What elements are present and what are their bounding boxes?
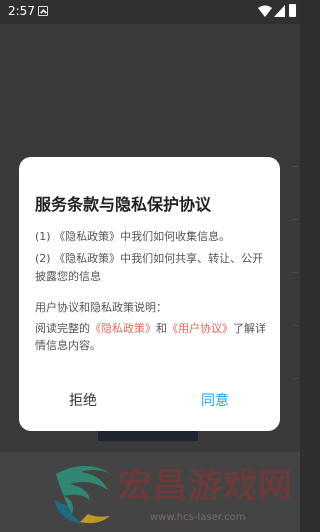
brand-url: www.hcs-laser.com <box>150 512 246 523</box>
battery-icon <box>289 4 296 17</box>
reject-button[interactable]: 拒绝 <box>69 390 97 410</box>
dialog-item-2: (2) 《隐私政策》中我们如何共享、转让、公开披露您的信息 <box>35 252 264 283</box>
description-and: 和 <box>156 322 167 335</box>
status-time: 2:57 <box>8 4 35 18</box>
brand-name: 宏昌游戏网 <box>118 466 293 506</box>
background-dividers <box>292 114 298 434</box>
notification-icon <box>38 6 48 16</box>
dialog-title: 服务条款与隐私保护协议 <box>35 195 212 214</box>
description-label: 用户协议和隐私政策说明： <box>35 301 167 314</box>
wifi-icon <box>258 5 272 17</box>
user-agreement-link[interactable]: 《用户协议》 <box>167 322 233 335</box>
dialog-item-1: (1) 《隐私政策》中我们如何收集信息。 <box>35 230 231 243</box>
privacy-dialog: 服务条款与隐私保护协议 (1) 《隐私政策》中我们如何收集信息。 (2) 《隐私… <box>19 157 280 431</box>
description-text: 阅读完整的《隐私政策》和《用户协议》了解详情信息内容。 <box>35 320 267 354</box>
agree-button[interactable]: 同意 <box>201 390 229 410</box>
brand-logo-icon <box>54 465 116 524</box>
signal-icon <box>274 5 285 17</box>
privacy-policy-link[interactable]: 《隐私政策》 <box>90 322 156 335</box>
description-prefix: 阅读完整的 <box>35 322 90 335</box>
status-bar: 2:57 <box>0 0 300 24</box>
watermark-banner: 宏昌游戏网 www.hcs-laser.com <box>0 452 300 532</box>
